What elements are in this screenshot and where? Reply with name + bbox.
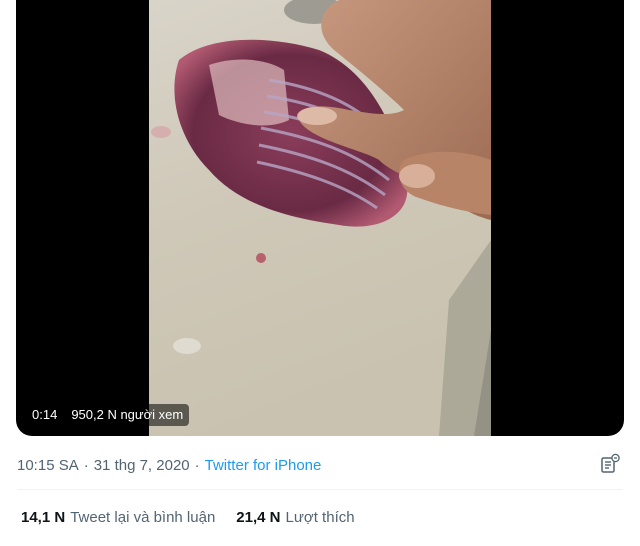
tweet-time[interactable]: 10:15 SA [17,457,79,474]
like-count: 21,4 N [236,508,281,526]
retweet-label: Tweet lại và bình luận [70,508,216,526]
tweet-source-link[interactable]: Twitter for iPhone [205,457,322,474]
tweet-date[interactable]: 31 thg 7, 2020 [94,457,190,474]
video-info-overlay: 0:14 950,2 N người xem [26,404,190,426]
like-label: Lượt thích [285,508,355,526]
video-duration: 0:14 [32,407,58,422]
retweets-stat-link[interactable]: 14,1 N Tweet lại và bình luận [21,509,215,526]
separator-dot: · [194,456,200,474]
tweet-stats: 14,1 N Tweet lại và bình luận 21,4 N Lượ… [21,506,355,528]
retweet-count: 14,1 N [21,508,66,526]
video-frame [149,0,491,436]
separator-dot: · [83,456,89,474]
video-view-count: 950,2 N người xem [71,407,184,422]
divider [17,489,623,490]
likes-stat-link[interactable]: 21,4 N Lượt thích [236,509,354,526]
analytics-icon[interactable] [599,453,621,475]
tweet-detail: 0:14 950,2 N người xem 10:15 SA · 31 thg… [0,0,640,546]
tweet-meta: 10:15 SA · 31 thg 7, 2020 · Twitter for … [17,453,623,477]
video-player[interactable]: 0:14 950,2 N người xem [16,0,624,436]
video-still-image [149,0,491,436]
